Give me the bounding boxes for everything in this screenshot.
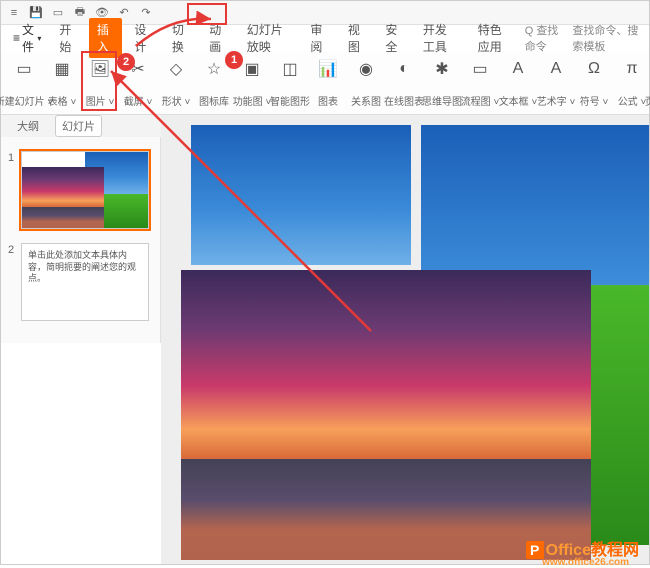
table-icon: ▦ xyxy=(50,57,74,81)
ribbon-mindmap[interactable]: ✱ 思维导图 xyxy=(425,55,459,110)
onlinechart-icon: ◐ xyxy=(392,57,416,81)
onlinechart-label: 在线图表 xyxy=(384,93,424,108)
wordart-label: 艺术字 ˅ xyxy=(537,93,576,108)
ribbon-equation[interactable]: π 公式 ˅ xyxy=(615,55,649,110)
tab-devtools[interactable]: 开发工具 xyxy=(415,18,466,58)
image-sky-1[interactable] xyxy=(191,125,411,265)
mindmap-label: 思维导图 xyxy=(422,93,462,108)
equation-icon: π xyxy=(620,57,644,81)
iconlib-label: 图标库 xyxy=(199,93,229,108)
menu-icon[interactable]: ≡ xyxy=(7,6,21,20)
tab-slideshow[interactable]: 幻灯片放映 xyxy=(239,18,299,58)
image-grass[interactable] xyxy=(591,285,649,545)
slide-canvas[interactable] xyxy=(161,115,649,564)
ribbon-wordart[interactable]: A 艺术字 ˅ xyxy=(539,55,573,110)
symbol-label: 符号 ˅ xyxy=(580,93,609,108)
smartart-icon: ◫ xyxy=(278,57,302,81)
ribbon-shapes[interactable]: ◇ 形状 ˅ xyxy=(159,55,193,110)
thumb-2-placeholder: 单击此处添加文本具体内容，简明扼要的阐述您的观点。 xyxy=(22,244,148,291)
equation-label: 公式 ˅ xyxy=(618,93,647,108)
screenshot-label: 截屏 ˅ xyxy=(124,93,153,108)
marker-2: 2 xyxy=(117,53,135,71)
ribbon-chart[interactable]: 📊 图表 xyxy=(311,55,345,110)
relation-icon: ◉ xyxy=(354,57,378,81)
highlight-insert-tab xyxy=(187,3,227,25)
marker-1: 1 xyxy=(225,51,243,69)
file-label: 文件 xyxy=(22,21,35,55)
ribbon-smartart[interactable]: ◫ 智能图形 xyxy=(273,55,307,110)
textbox-icon: A xyxy=(506,57,530,81)
tab-security[interactable]: 安全 xyxy=(377,18,410,58)
slide-panel: 1 2 单击此处添加文本具体内容，简明扼要的阐述您的观点。 xyxy=(1,137,161,343)
thumb-num-1: 1 xyxy=(8,152,14,164)
view-tab-slides[interactable]: 幻灯片 xyxy=(55,115,102,137)
view-tabs: 大纲 幻灯片 xyxy=(1,115,161,137)
gallery-icon: ▣ xyxy=(240,57,264,81)
gallery-label: 功能图 ˅ xyxy=(233,93,272,108)
relation-label: 关系图 xyxy=(351,93,381,108)
watermark-url: www.office26.com xyxy=(542,557,629,568)
shapes-label: 形状 ˅ xyxy=(162,93,191,108)
watermark-logo-icon: P xyxy=(526,541,544,559)
textbox-label: 文本框 ˅ xyxy=(499,93,538,108)
workspace: 大纲 幻灯片 1 2 单击此处添加文本具体内容，简明扼要的阐述您的观点。 xyxy=(1,115,649,564)
thumbnail-2[interactable]: 2 单击此处添加文本具体内容，简明扼要的阐述您的观点。 xyxy=(21,243,149,321)
tab-view[interactable]: 视图 xyxy=(340,18,373,58)
iconlib-icon: ☆ xyxy=(202,57,226,81)
ribbon-table[interactable]: ▦ 表格 ˅ xyxy=(45,55,79,110)
new-slide-icon: ▭ xyxy=(12,57,36,81)
flow-label: 流程图 ˅ xyxy=(461,93,500,108)
wordart-icon: A xyxy=(544,57,568,81)
file-menu[interactable]: ≡文件▾ xyxy=(7,19,47,57)
tab-review[interactable]: 审阅 xyxy=(302,18,335,58)
chart-icon: 📊 xyxy=(316,57,340,81)
chart-label: 图表 xyxy=(318,93,338,108)
ribbon-relation[interactable]: ◉ 关系图 xyxy=(349,55,383,110)
search-placeholder: 查找命令、搜索模板 xyxy=(572,22,643,54)
save-icon[interactable]: 💾 xyxy=(29,6,43,20)
tab-home[interactable]: 开始 xyxy=(51,18,84,58)
symbol-icon: Ω xyxy=(582,57,606,81)
smartart-label: 智能图形 xyxy=(270,93,310,108)
table-label: 表格 ˅ xyxy=(48,93,77,108)
ribbon-flow[interactable]: ▭ 流程图 ˅ xyxy=(463,55,497,110)
search-area[interactable]: Q 查找命令 查找命令、搜索模板 xyxy=(525,22,643,54)
watermark: POffice教程网 www.office26.com xyxy=(526,536,639,560)
ribbon-onlinechart[interactable]: ◐ 在线图表 xyxy=(387,55,421,110)
headerfooter-label: 页眉和页脚 xyxy=(645,93,650,108)
highlight-image-button xyxy=(81,51,117,111)
image-sunset[interactable] xyxy=(181,270,591,560)
thumb-num-2: 2 xyxy=(8,244,14,256)
thumbnail-1[interactable]: 1 xyxy=(21,151,149,229)
flow-icon: ▭ xyxy=(468,57,492,81)
search-label: Q 查找命令 xyxy=(525,22,565,54)
ribbon-new-slide[interactable]: ▭新建幻灯片 ˅ xyxy=(7,55,41,110)
tab-special[interactable]: 特色应用 xyxy=(470,18,521,58)
tab-design[interactable]: 设计 xyxy=(126,18,159,58)
ribbon-textbox[interactable]: A 文本框 ˅ xyxy=(501,55,535,110)
ribbon-symbol[interactable]: Ω 符号 ˅ xyxy=(577,55,611,110)
tab-bar: ≡文件▾ 开始 插入 设计 切换 动画 幻灯片放映 审阅 视图 安全 开发工具 … xyxy=(1,25,649,51)
view-tab-outline[interactable]: 大纲 xyxy=(11,116,45,136)
shapes-icon: ◇ xyxy=(164,57,188,81)
mindmap-icon: ✱ xyxy=(430,57,454,81)
